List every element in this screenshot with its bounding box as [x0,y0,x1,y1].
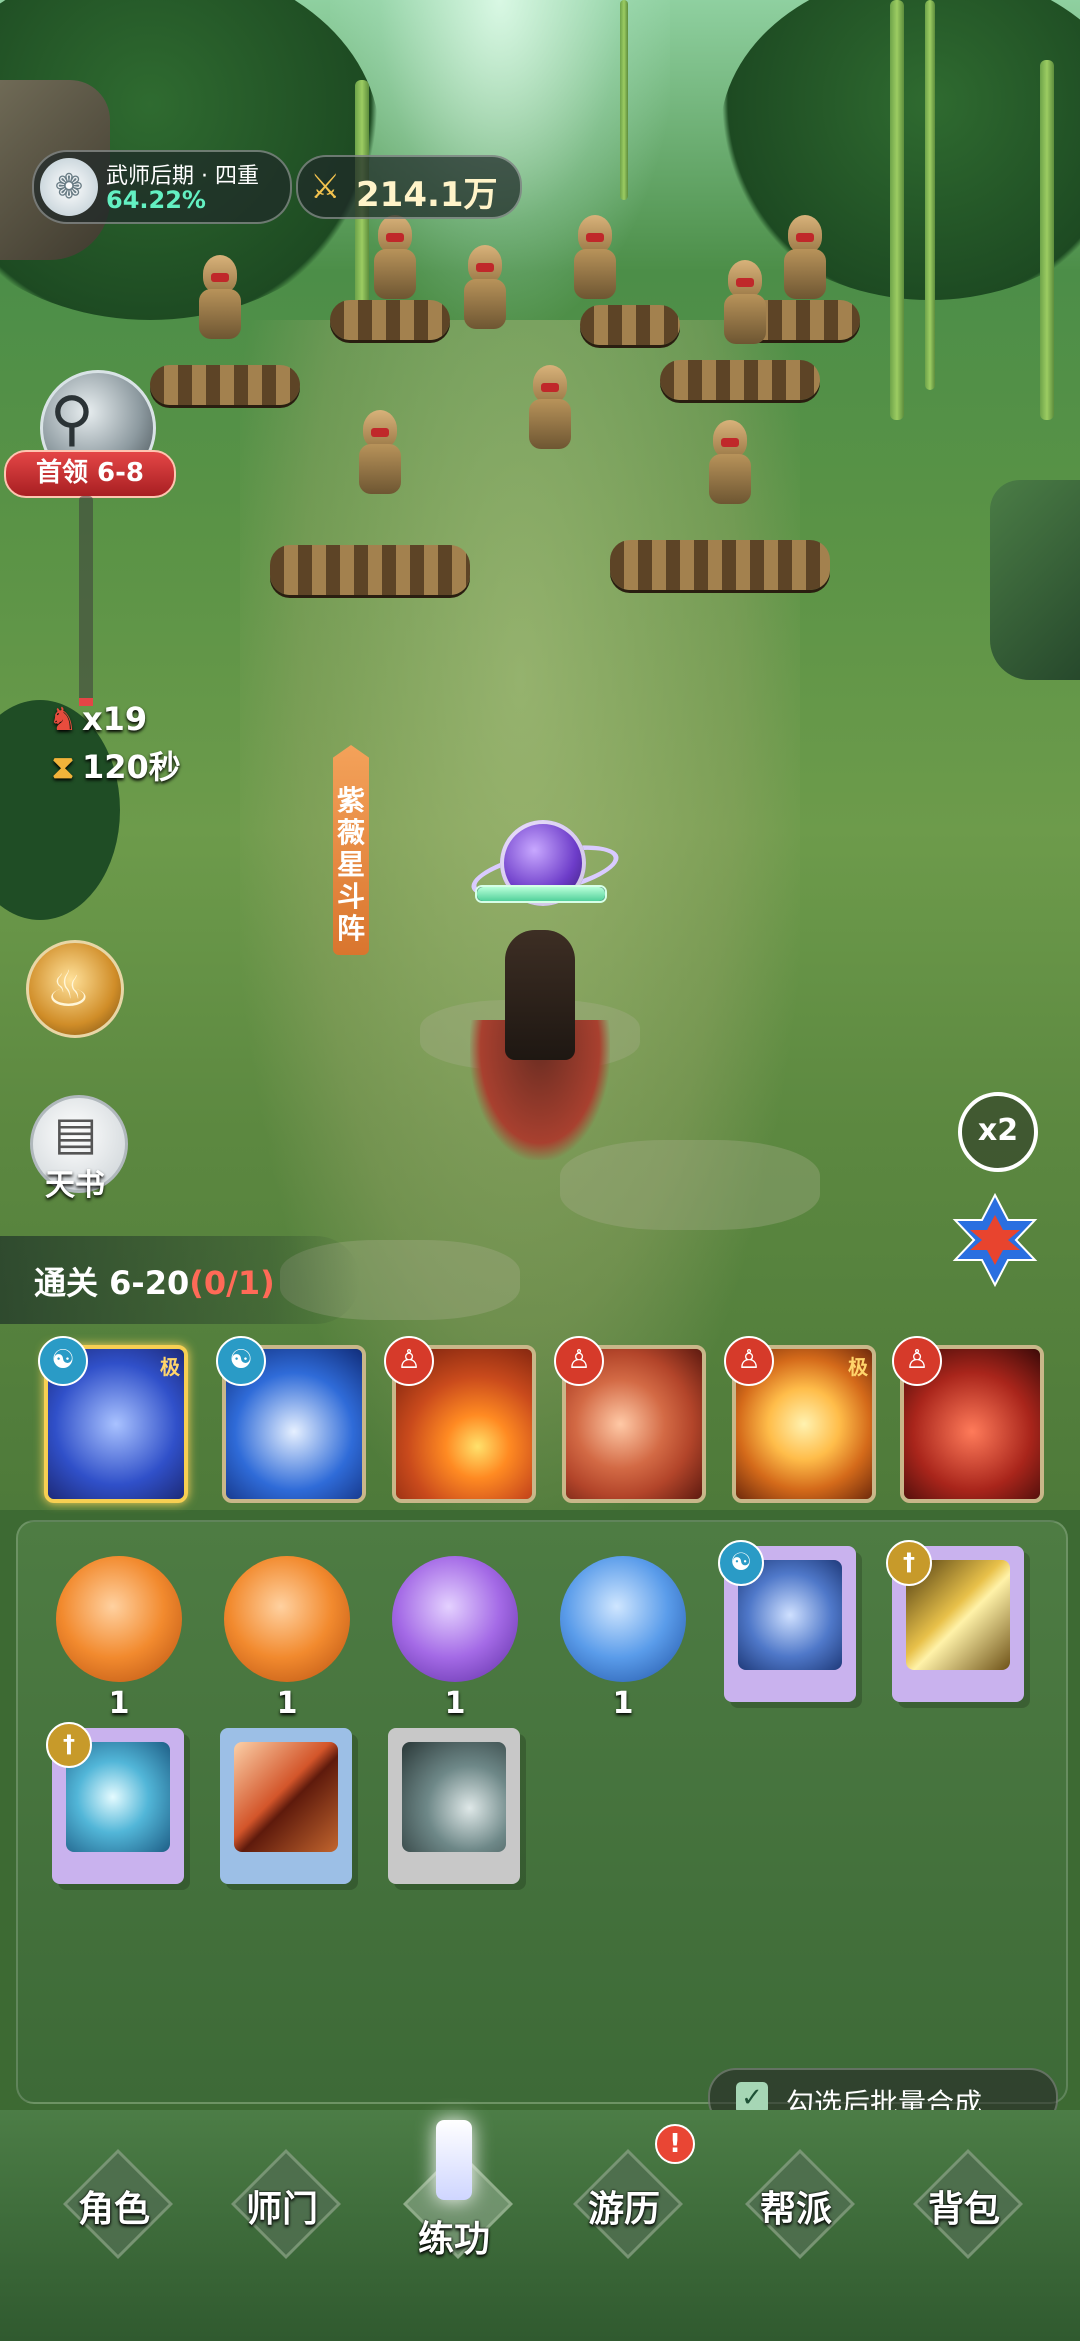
hourglass-icon: ⧗ [51,748,75,786]
tianshu-label: 天书 [45,1168,105,1203]
water-element-icon: ☯ [38,1336,88,1386]
stage-timer-value: 120秒 [82,748,181,786]
bamboo-stalk [925,0,935,390]
spiked-barricade [660,360,820,400]
search-icon: ⚲ [50,384,94,454]
orb-count: 1 [444,1686,466,1721]
player-character [455,900,625,1160]
bag-icon: ♨ [46,960,91,1018]
formation-char: 阵 [336,912,365,945]
sword-element-icon: † [46,1722,92,1768]
enemy-count-value: x19 [82,700,148,738]
enemy-count: ♞ x19 [44,700,148,738]
rock-right [990,480,1080,680]
skill-tier-tag: 极 [160,1355,180,1379]
nav-tab-label: 帮派 [759,2189,832,2230]
nav-tab-travel[interactable]: 游历 [554,2149,694,2270]
enemy-puppet[interactable] [365,215,425,315]
stage-timer: ⧗ 120秒 [44,742,181,788]
nav-tab-training[interactable]: 练功 [384,2120,524,2270]
orange-essence-orb[interactable]: 1 [224,1556,350,1721]
enemy-puppet[interactable] [455,245,515,355]
formation-char: 紫 [336,784,365,817]
nav-tab-label: 游历 [587,2189,660,2230]
formation-char: 星 [336,848,365,881]
purple-essence-orb[interactable]: 1 [392,1556,518,1721]
orb-count: 1 [612,1686,634,1721]
enemy-puppet[interactable] [775,215,835,315]
fire-element-icon: ♙ [554,1336,604,1386]
blue-essence-orb[interactable]: 1 [560,1556,686,1721]
combat-power-value: 214.1万 [356,175,498,215]
orb-count: 1 [276,1686,298,1721]
nav-tab-label: 背包 [927,2189,1000,2230]
spiked-barricade [270,545,470,595]
notification-badge: ! [655,2124,695,2164]
nav-tab-label: 师门 [245,2189,318,2230]
fire-element-icon: ♙ [724,1336,774,1386]
formation-banner: 紫 薇 星 斗 阵 [333,745,369,955]
lotus-icon: ❁ [40,158,98,216]
skill-tier-tag: 极 [848,1355,868,1379]
fire-element-icon: ♙ [384,1336,434,1386]
nav-tab-label: 练功 [417,2219,490,2260]
combat-power-panel[interactable]: ⚔ 214.1万 [296,155,522,219]
formation-char: 薇 [336,816,365,849]
enemy-puppet[interactable] [695,420,765,550]
nav-tab-character[interactable]: 角色 [44,2149,184,2270]
enemy-puppet[interactable] [190,255,250,355]
nav-tab-backpack[interactable]: 背包 [894,2149,1034,2270]
spiked-barricade [150,365,300,405]
orange-essence-orb[interactable]: 1 [56,1556,182,1721]
fire-element-icon: ♙ [892,1336,942,1386]
nav-tab-guild[interactable]: 帮派 [726,2149,866,2270]
enemy-puppet[interactable] [715,260,775,360]
skill-book-spear[interactable] [220,1728,352,1884]
speed-toggle-button[interactable]: x2 [958,1092,1038,1172]
formation-char: 斗 [336,880,365,913]
bamboo-stalk [620,0,628,200]
realm-progress: 64.22% [106,186,206,214]
enemy-puppet[interactable] [345,410,415,540]
bamboo-stalk [1040,60,1054,420]
crossed-swords-icon: ⚔ [310,167,341,207]
skill-book-crescent[interactable] [388,1728,520,1884]
enemy-puppet[interactable] [515,365,585,515]
player-health-bar [475,885,607,903]
star-skill-icon[interactable] [950,1190,1040,1290]
bamboo-stalk [890,0,904,420]
training-totem-icon [436,2120,472,2200]
water-element-icon: ☯ [216,1336,266,1386]
enemy-puppet[interactable] [565,215,625,315]
demon-head-icon: ♞ [48,700,78,738]
boss-stage-label[interactable]: 首领 6-8 [4,450,176,498]
nav-tab-label: 角色 [77,2189,150,2230]
nav-tab-sect[interactable]: 师门 [212,2149,352,2270]
orb-count: 1 [108,1686,130,1721]
realm-rank-panel[interactable]: ❁ 武师后期 · 四重 64.22% [32,150,292,224]
stage-clear-text: 通关 6-20(0/1) [34,1258,275,1304]
stage-clear-progress: (0/1) [189,1264,275,1302]
book-icon: ▤ [54,1106,98,1160]
water-element-icon: ☯ [718,1540,764,1586]
stage-progress-track [79,496,93,706]
stage-clear-label: 通关 6-20 [34,1264,190,1302]
sword-element-icon: † [886,1540,932,1586]
